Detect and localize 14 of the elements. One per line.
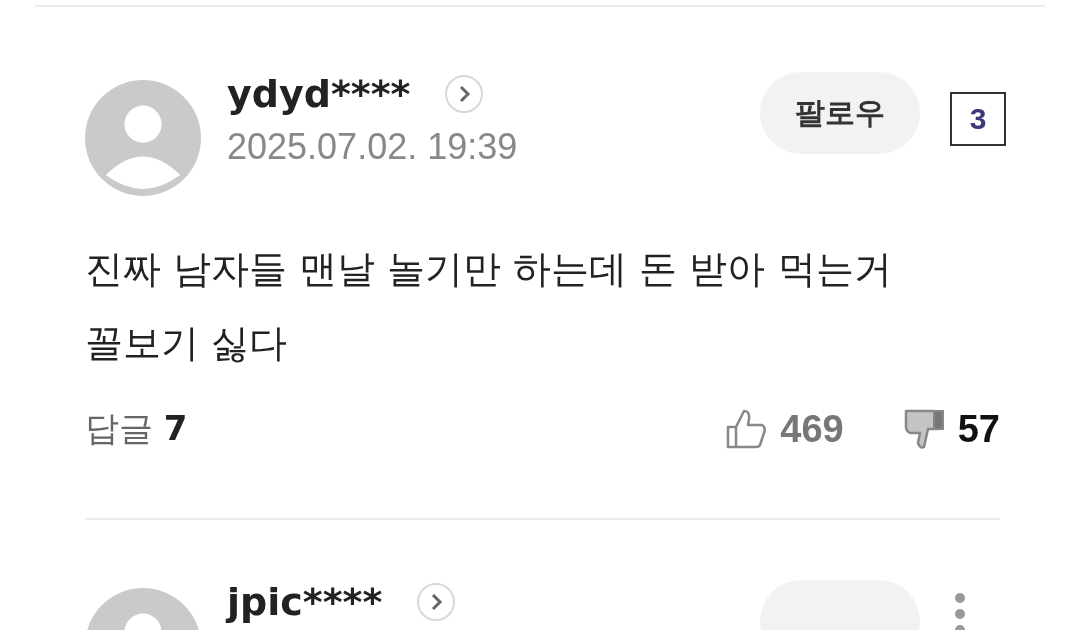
chevron-right-icon[interactable] [416, 582, 457, 622]
avatar-icon [85, 80, 201, 196]
dislike-count: 57 [957, 407, 1000, 451]
thumbs-up-icon[interactable] [724, 407, 769, 451]
follow-button[interactable]: 팔로우 [760, 72, 920, 154]
number-badge: 3 [950, 92, 1006, 146]
like-count: 469 [780, 407, 844, 451]
username[interactable]: ydyd**** [227, 72, 411, 116]
comment-date: 2025.07.02. 19:39 [227, 126, 519, 168]
more-options-icon[interactable] [954, 592, 966, 630]
replies-count[interactable]: 답글 7 [85, 406, 188, 452]
username[interactable]: jpic**** [227, 580, 383, 624]
chevron-right-icon[interactable] [444, 74, 485, 114]
comment-text: 진짜 남자들 맨날 놀기만 하는데 돈 받아 먹는거 꼴보기 싫다 [85, 246, 893, 367]
